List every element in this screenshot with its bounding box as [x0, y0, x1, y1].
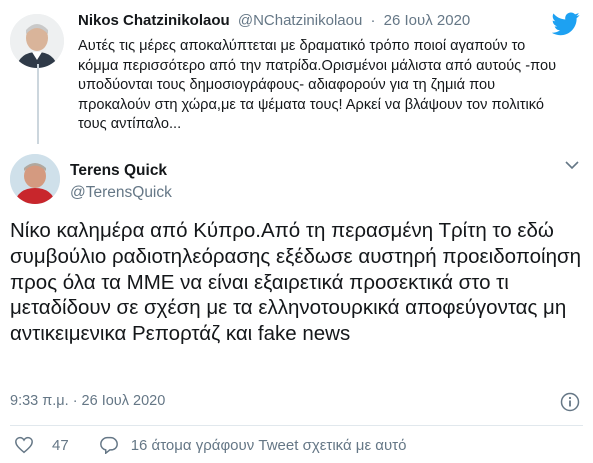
like-count[interactable]: 47	[52, 437, 69, 454]
tweet-timestamp[interactable]: 9:33 π.μ. · 26 Ιουλ 2020	[10, 393, 165, 409]
embedded-tweet-card: Nikos Chatzinikolaou @NChatzinikolaou · …	[0, 0, 593, 463]
chevron-down-icon[interactable]	[565, 160, 579, 170]
tweet-actions: 47 16 άτομα γράφουν Tweet σχετικά με αυτ…	[10, 434, 406, 456]
divider	[10, 425, 583, 426]
parent-avatar[interactable]	[10, 14, 64, 68]
parent-author-name[interactable]: Nikos Chatzinikolaou	[78, 12, 230, 29]
main-avatar[interactable]	[10, 154, 60, 204]
parent-tweet-text: Αυτές τις μέρες αποκαλύπτεται με δραματι…	[78, 38, 557, 132]
thread-connector-line	[37, 64, 39, 144]
main-tweet-text: Νίκο καλημέρα από Κύπρο.Από τη περασμένη…	[10, 219, 582, 346]
parent-author-handle[interactable]: @NChatzinikolaou	[238, 12, 362, 29]
main-author-handle[interactable]: @TerensQuick	[70, 184, 172, 202]
parent-tweet-date[interactable]: 26 Ιουλ 2020	[384, 12, 471, 29]
reply-prompt-link[interactable]: 16 άτομα γράφουν Tweet σχετικά με αυτό	[131, 437, 407, 454]
parent-separator: ·	[370, 12, 376, 29]
heart-icon[interactable]	[14, 436, 34, 454]
parent-tweet-header: Nikos Chatzinikolaou @NChatzinikolaou · …	[78, 12, 470, 29]
reply-bubble-icon[interactable]	[99, 436, 119, 454]
main-author-name[interactable]: Terens Quick	[70, 162, 167, 180]
info-icon[interactable]	[560, 392, 580, 412]
twitter-bird-icon[interactable]	[552, 12, 580, 36]
